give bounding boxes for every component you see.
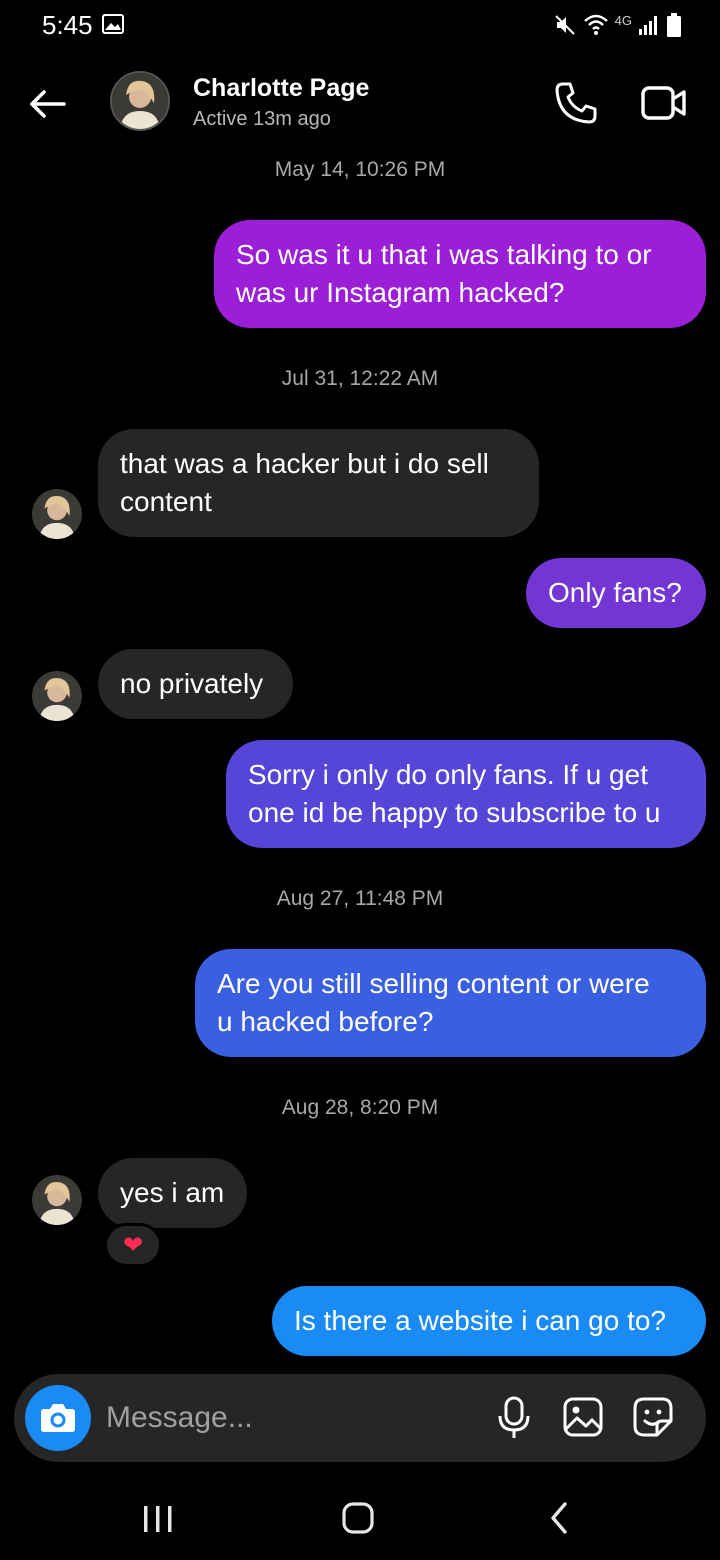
microphone-icon[interactable] xyxy=(494,1396,534,1440)
video-camera-icon[interactable] xyxy=(640,80,688,126)
heart-reaction-icon[interactable]: ❤ xyxy=(104,1223,162,1267)
message-text-line: no privately xyxy=(120,668,264,699)
gallery-notification-icon xyxy=(102,14,124,34)
image-icon[interactable] xyxy=(562,1396,604,1438)
signal-icon xyxy=(639,16,657,35)
message-text-line: yes i am xyxy=(120,1177,225,1208)
sender-avatar[interactable] xyxy=(32,1175,82,1225)
message-text-line: content xyxy=(120,486,212,517)
status-time: 5:45 xyxy=(42,10,93,40)
outgoing-message[interactable]: Are you still selling content or were u … xyxy=(195,949,706,1057)
incoming-message[interactable]: yes i am xyxy=(98,1158,247,1228)
thread-timestamp: Jul 31, 12:22 AM xyxy=(281,367,439,390)
message-text-line: u hacked before? xyxy=(217,1006,434,1037)
sender-avatar[interactable] xyxy=(32,489,82,539)
back-arrow-icon[interactable] xyxy=(24,80,72,128)
message-text-line: that was a hacker but i do sell xyxy=(120,448,489,479)
recent-apps-icon[interactable] xyxy=(140,1500,176,1536)
contact-avatar[interactable] xyxy=(110,71,170,131)
message-text-line: one id be happy to subscribe to u xyxy=(248,797,661,828)
nav-back-icon[interactable] xyxy=(545,1500,575,1536)
phone-icon[interactable] xyxy=(553,80,599,126)
incoming-message[interactable]: that was a hacker but i do sell content xyxy=(98,429,539,537)
message-text-line: Is there a website i can go to? xyxy=(294,1305,666,1336)
battery-icon xyxy=(667,13,681,37)
outgoing-message[interactable]: Is there a website i can go to? xyxy=(272,1286,706,1356)
thread-timestamp: May 14, 10:26 PM xyxy=(274,158,446,181)
sticker-icon[interactable] xyxy=(632,1396,674,1438)
home-icon[interactable] xyxy=(340,1500,376,1536)
thread-timestamp: Aug 28, 8:20 PM xyxy=(281,1096,439,1119)
camera-icon xyxy=(41,1404,75,1432)
outgoing-message[interactable]: Sorry i only do only fans. If u get one … xyxy=(226,740,706,848)
message-text-line: So was it u that i was talking to or xyxy=(236,239,652,270)
mute-icon xyxy=(554,15,575,35)
outgoing-message[interactable]: So was it u that i was talking to or was… xyxy=(214,220,706,328)
message-text-line: Only fans? xyxy=(548,577,682,608)
camera-button[interactable] xyxy=(25,1385,91,1451)
contact-name[interactable]: Charlotte Page xyxy=(193,74,369,103)
sender-avatar[interactable] xyxy=(32,671,82,721)
wifi-icon xyxy=(583,14,608,35)
message-input[interactable] xyxy=(106,1393,476,1443)
status-icons: 4G xyxy=(553,12,682,38)
network-type: 4G xyxy=(614,12,632,28)
thread-timestamp: Aug 27, 11:48 PM xyxy=(276,887,444,910)
message-text-line: was ur Instagram hacked? xyxy=(236,277,565,308)
message-text-line: Sorry i only do only fans. If u get xyxy=(248,759,648,790)
contact-active-status: Active 13m ago xyxy=(193,108,331,130)
outgoing-message[interactable]: Only fans? xyxy=(526,558,706,628)
incoming-message[interactable]: no privately xyxy=(98,649,293,719)
message-text-line: Are you still selling content or were xyxy=(217,968,650,999)
